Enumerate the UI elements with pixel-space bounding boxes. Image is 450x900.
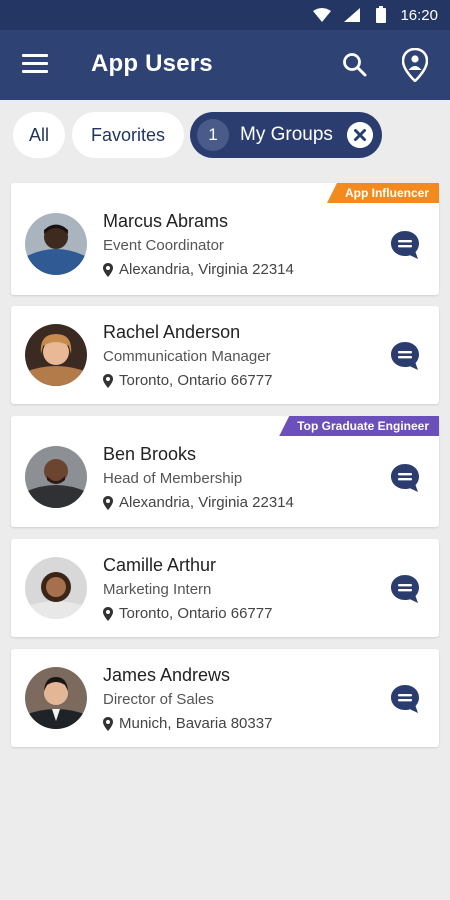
avatar <box>25 557 87 619</box>
user-name: Ben Brooks <box>103 444 197 464</box>
chat-icon[interactable] <box>389 229 421 261</box>
clock: 16:20 <box>400 7 438 24</box>
filter-chip-favorites[interactable]: Favorites <box>72 112 184 158</box>
avatar <box>25 446 87 508</box>
user-name: Camille Arthur <box>103 555 217 575</box>
user-location-text: Toronto, Ontario 66777 <box>119 372 273 389</box>
user-location: Toronto, Ontario 66777 <box>103 372 272 389</box>
location-pin-icon <box>103 495 113 510</box>
search-icon[interactable] <box>342 52 368 78</box>
group-count-badge: 1 <box>197 119 229 151</box>
user-card[interactable]: Top Graduate Engineer Ben Brooks Head of… <box>11 416 439 527</box>
user-role: Event Coordinator <box>103 237 224 254</box>
chat-icon[interactable] <box>389 573 421 605</box>
page-title: App Users <box>91 50 213 77</box>
user-card[interactable]: App Influencer Marcus Abrams Event Coord… <box>11 183 439 295</box>
menu-icon[interactable] <box>22 54 48 76</box>
location-pin-icon[interactable] <box>402 48 428 82</box>
user-location-text: Alexandria, Virginia 22314 <box>119 261 294 278</box>
location-pin-icon <box>103 606 113 621</box>
user-card[interactable]: Rachel Anderson Communication Manager To… <box>11 306 439 404</box>
user-card[interactable]: Camille Arthur Marketing Intern Toronto,… <box>11 539 439 637</box>
avatar <box>25 213 87 275</box>
location-pin-icon <box>103 373 113 388</box>
user-name: Rachel Anderson <box>103 322 241 342</box>
user-location: Toronto, Ontario 66777 <box>103 605 272 622</box>
clear-filter-icon[interactable] <box>347 122 373 148</box>
filter-chip-my-groups[interactable]: 1 My Groups <box>190 112 382 158</box>
status-bar: 16:20 <box>0 0 450 30</box>
chat-icon[interactable] <box>389 340 421 372</box>
chat-icon[interactable] <box>389 683 421 715</box>
user-location-text: Toronto, Ontario 66777 <box>119 605 273 622</box>
user-location: Alexandria, Virginia 22314 <box>103 261 294 278</box>
signal-icon <box>344 8 360 22</box>
influencer-badge: App Influencer <box>326 183 439 203</box>
user-location-text: Alexandria, Virginia 22314 <box>119 494 294 511</box>
filter-chip-all[interactable]: All <box>13 112 65 158</box>
user-role: Director of Sales <box>103 691 214 708</box>
filter-chips: All Favorites 1 My Groups <box>0 112 450 160</box>
app-bar: App Users <box>0 30 450 100</box>
filter-chip-label: My Groups <box>240 124 333 145</box>
user-card[interactable]: James Andrews Director of Sales Munich, … <box>11 649 439 747</box>
battery-icon <box>376 6 386 23</box>
user-role: Communication Manager <box>103 348 271 365</box>
user-location-text: Munich, Bavaria 80337 <box>119 715 273 732</box>
user-name: James Andrews <box>103 665 231 685</box>
avatar <box>25 324 87 386</box>
location-pin-icon <box>103 716 113 731</box>
chat-icon[interactable] <box>389 462 421 494</box>
user-location: Alexandria, Virginia 22314 <box>103 494 294 511</box>
wifi-icon <box>313 8 331 22</box>
user-location: Munich, Bavaria 80337 <box>103 715 272 732</box>
user-role: Head of Membership <box>103 470 243 487</box>
user-name: Marcus Abrams <box>103 211 229 231</box>
engineer-badge: Top Graduate Engineer <box>279 416 439 436</box>
user-role: Marketing Intern <box>103 581 212 598</box>
avatar <box>25 667 87 729</box>
location-pin-icon <box>103 262 113 277</box>
